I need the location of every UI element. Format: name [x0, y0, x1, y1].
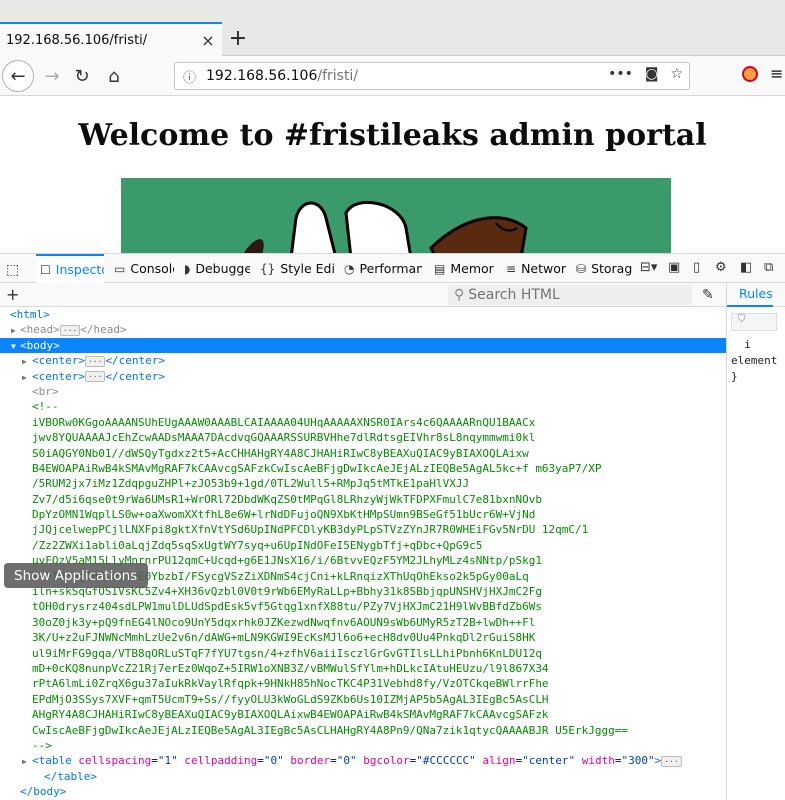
fristileaks-logo-image — [121, 178, 671, 253]
bookmark-star-icon[interactable]: ☆ — [670, 66, 683, 82]
performance-icon: ◔ — [344, 261, 355, 276]
info-icon[interactable]: ⓘ — [183, 67, 196, 86]
markup-line-comment-open[interactable]: <!-- — [0, 399, 726, 414]
comment-line: jJQjcelwepPCjlLNXFpi8gktXfnVtYSd6UpINdPF… — [32, 523, 589, 537]
page-viewport: Welcome to #fristileaks admin portal — [0, 96, 785, 253]
element-picker-icon[interactable]: ⬚ — [6, 262, 19, 278]
home-button[interactable]: ⌂ — [98, 60, 130, 92]
close-tab-icon[interactable]: × — [198, 31, 218, 50]
comment-line: AHgRY4A8CJHAHiRIwC8yBEAXuQIAC9yBIAXOQLAi… — [32, 708, 549, 722]
tab-strip: 192.168.56.106/fristi/ × + — [0, 0, 785, 56]
markup-line-br[interactable]: <br> — [0, 384, 726, 399]
network-icon: ≡ — [506, 261, 517, 276]
new-tab-button[interactable]: + — [226, 24, 250, 54]
filter-icon: ⛉ — [738, 314, 746, 325]
devtools-tab-style-editor[interactable]: {}Style Editor — [256, 254, 334, 283]
markup-line-center[interactable]: ▶ <center> ··· </center> — [0, 353, 726, 368]
comment-line: Zv7/d5i6qse0t9rWa6UMsR1+WrORl72DbdWKqZS0… — [32, 492, 542, 506]
collapsed-ellipsis[interactable]: ··· — [84, 371, 106, 383]
tab-title: 192.168.56.106/fristi/ — [6, 32, 148, 48]
comment-line: DpYzOMN1WqplLS0w+oaXwomXXtfhL8e6W+lrNdDF… — [32, 508, 536, 522]
frame-select-icon[interactable]: ▯ — [693, 260, 700, 275]
inspector-icon: ☐ — [40, 262, 51, 277]
comment-line: S0iAQGY0Nb01//dWSQyTgdxz2t5+AcCHHAHgRY4A… — [32, 446, 529, 460]
browser-tab[interactable]: 192.168.56.106/fristi/ × — [0, 22, 222, 56]
page-actions-icon[interactable]: ••• — [608, 66, 633, 82]
comment-line: /5RUM2jx7iMz1ZdqpguZHPl+zJO53b9+1gd/0TL2… — [32, 477, 470, 491]
separate-window-icon[interactable]: ⧉ — [764, 260, 773, 275]
devtools-tab-debugger[interactable]: ◗Debugger — [180, 254, 250, 283]
comment-line: /Zz2ZWXi1abli0aLqjZdq5sqSxUgtWY7syq+u6Up… — [32, 538, 483, 552]
rules-filter-input[interactable]: ⛉ — [731, 313, 777, 331]
comment-line: mD+0cKQ8nunpVcZ21Rj7erEz0WqoZ+5IRW1oXNB3… — [32, 661, 549, 675]
devtools-toolbar: ⬚ ☐Inspector ▭Console ◗Debugger {}Style … — [0, 253, 785, 283]
style-editor-icon: {} — [260, 261, 276, 276]
storage-icon: ⛁ — [576, 261, 587, 276]
devtools-tab-storage[interactable]: ⛁Storage — [572, 254, 632, 283]
rules-panel: Rules ⛉ i element } — [726, 283, 785, 800]
comment-line: CwIscAeBFjgDwIkcAeJEjALzIEQBe5AgAL3IEgBc… — [32, 723, 629, 737]
console-icon: ▭ — [114, 261, 126, 276]
comment-line: EPdMjO3SSys7XVF+qmT5UcmT9+Ss//fyyOLU3kWo… — [32, 692, 549, 706]
expand-triangle-icon[interactable]: ▶ — [22, 354, 27, 369]
collapsed-ellipsis[interactable]: ··· — [661, 755, 682, 767]
screenshot-icon[interactable]: ▣ — [668, 260, 680, 275]
dock-side-icon[interactable]: ◧ — [740, 260, 752, 275]
collapsed-ellipsis[interactable]: ··· — [59, 324, 81, 336]
comment-line: iVBORw0KGgoAAAANSUhEUgAAAW0AAABLCAIAAAA0… — [32, 415, 536, 429]
hamburger-menu-icon[interactable]: ≡ — [770, 64, 784, 83]
expand-triangle-icon[interactable]: ▶ — [22, 370, 27, 385]
devtools-tab-console[interactable]: ▭Console — [110, 254, 174, 283]
devtools-tab-network[interactable]: ≡Network — [502, 254, 566, 283]
arrow-left-icon: ← — [10, 65, 26, 87]
collapse-triangle-icon[interactable]: ▼ — [11, 339, 16, 354]
forward-button[interactable]: → — [36, 60, 68, 92]
markup-line-table-close[interactable]: </table> — [0, 769, 726, 784]
memory-icon: ▤ — [434, 261, 446, 276]
expand-triangle-icon[interactable]: ▶ — [11, 323, 16, 338]
eyedropper-icon[interactable]: ✎ — [702, 287, 714, 303]
extension-icon[interactable] — [742, 66, 758, 82]
url-path: /fristi/ — [317, 68, 359, 84]
collapsed-ellipsis[interactable]: ··· — [84, 355, 106, 367]
search-html-input[interactable]: ⚲ Search HTML — [448, 285, 692, 305]
expand-triangle-icon[interactable]: ▶ — [22, 754, 27, 769]
reload-icon: ↻ — [74, 65, 90, 87]
home-icon: ⌂ — [108, 65, 120, 87]
devtools-tab-memory[interactable]: ▤Memory — [430, 254, 494, 283]
comment-line: 3K/U+z2uFJNWNcMmhLzUe2v6n/dAWG+mLN9KGWI9… — [32, 631, 536, 645]
page-heading: Welcome to #fristileaks admin portal — [78, 118, 707, 153]
comment-line: 30oZ0jk3y+pQ9fnEG4lNOco9UnY5dqxrhk0JZKez… — [32, 615, 536, 629]
url-bar[interactable]: ⓘ 192.168.56.106/fristi/ ••• ◙ ☆ — [174, 62, 690, 90]
url-host: 192.168.56.106 — [206, 68, 318, 84]
rules-code: i element } — [731, 338, 778, 383]
comment-line: ul9iMrFG9gqa/VTB8qORLuSTqF7fYU7tgsn/4+zf… — [32, 646, 542, 660]
comment-line: B4EWOAPAiRwB4kSMAvMgRAF7kCAAvcgSAFzkCwIs… — [32, 461, 602, 475]
responsive-design-icon[interactable]: ⊟▾ — [640, 260, 657, 275]
add-node-icon[interactable]: + — [6, 285, 19, 304]
settings-gear-icon[interactable]: ⚙ — [715, 260, 727, 275]
markup-line-html[interactable]: <html> — [0, 307, 726, 322]
debugger-icon: ◗ — [184, 261, 191, 276]
reload-button[interactable]: ↻ — [66, 60, 98, 92]
back-button[interactable]: ← — [2, 60, 34, 92]
devtools-tab-inspector[interactable]: ☐Inspector — [36, 254, 104, 283]
markup-line-head[interactable]: ▶ <head> ··· </head> — [0, 322, 726, 337]
markup-tree[interactable]: <html> ▶ <head> ··· </head> ▼ <body> ▶ <cente… — [0, 307, 726, 800]
markup-line-body-selected[interactable]: ▼ <body> — [0, 337, 726, 354]
rules-tab[interactable]: Rules — [727, 283, 785, 307]
markup-line-table[interactable]: ▶ <table cellspacing="1" cellpadding="0" … — [0, 753, 726, 768]
arrow-right-icon: → — [44, 65, 60, 87]
markup-line-comment-close[interactable]: --> — [0, 738, 726, 753]
devtools-tab-performance[interactable]: ◔Performance — [340, 254, 422, 283]
comment-line: tOH0drysrz404sdLPW1mulDLUdSpdEsk5vf5Gtqg… — [32, 600, 542, 614]
markup-line-body-close[interactable]: </body> — [0, 784, 726, 799]
table-tag: <table cellspacing="1" cellpadding="0" b… — [32, 754, 662, 768]
comment-line: rPtA6lmLi0ZrqX6gu37aIukRkVaylRfqpk+9HNkH… — [32, 677, 549, 691]
comment-line: jwv8YQUAAAAJcEhZcwAADsMAAA7DAcdvqGQAAARS… — [32, 431, 536, 445]
pocket-icon[interactable]: ◙ — [645, 66, 659, 82]
search-icon: ⚲ — [454, 287, 465, 303]
markup-line-center[interactable]: ▶ <center> ··· </center> — [0, 369, 726, 384]
show-applications-tooltip: Show Applications — [4, 563, 148, 588]
